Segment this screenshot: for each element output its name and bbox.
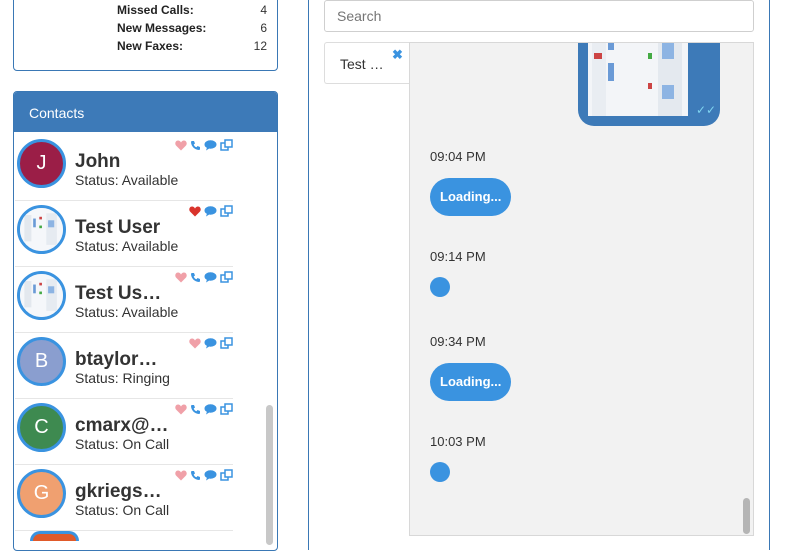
contact-status: Status: On Call: [75, 436, 170, 452]
contact-item-partial[interactable]: [30, 531, 79, 541]
avatar[interactable]: G: [17, 469, 66, 518]
contact-actions: [175, 402, 233, 420]
popout-window-icon[interactable]: [220, 468, 233, 486]
popout-window-icon[interactable]: [220, 402, 233, 420]
phone-icon[interactable]: [190, 138, 201, 156]
favorite-heart-icon[interactable]: [175, 402, 187, 420]
contact-actions: [189, 204, 233, 222]
chat-scrollbar[interactable]: [743, 498, 750, 534]
contact-item[interactable]: J John Status: Available: [15, 135, 233, 201]
chat-bubble-icon[interactable]: [204, 138, 217, 156]
contact-name: btaylor…: [75, 349, 158, 370]
message-timestamp: 10:03 PM: [430, 434, 486, 449]
message-bubble[interactable]: Loading...: [430, 178, 512, 216]
read-receipt-icon: ✓✓: [696, 103, 717, 117]
stat-label: New Messages:: [117, 21, 207, 35]
contact-item[interactable]: Ggkriegs… Status: On Call: [15, 465, 233, 531]
contact-name: gkriegs…: [75, 481, 162, 502]
stat-new-messages: New Messages: 6: [117, 21, 267, 35]
favorite-heart-icon[interactable]: [189, 336, 201, 354]
message-timestamp: 09:34 PM: [430, 334, 486, 349]
contact-status: Status: Available: [75, 238, 179, 254]
contact-name: Test Us…: [75, 283, 162, 304]
contact-name: John: [75, 151, 121, 172]
phone-icon[interactable]: [190, 468, 201, 486]
popout-window-icon[interactable]: [220, 336, 233, 354]
contact-status: Status: On Call: [75, 502, 170, 518]
chat-bubble-icon[interactable]: [204, 336, 217, 354]
contact-status: Status: Available: [75, 304, 179, 320]
contact-item[interactable]: Bbtaylor… Status: Ringing: [15, 333, 233, 399]
avatar[interactable]: B: [17, 337, 66, 386]
search-input[interactable]: [324, 0, 754, 32]
favorite-heart-icon[interactable]: [175, 270, 187, 288]
stat-new-faxes: New Faxes: 12: [117, 39, 267, 53]
chat-bubble-icon[interactable]: [204, 468, 217, 486]
stat-missed-calls: Missed Calls: 4: [117, 3, 267, 17]
avatar[interactable]: [17, 205, 66, 254]
contact-actions: [189, 336, 233, 354]
close-icon[interactable]: ✖: [392, 47, 403, 63]
stats-panel: Missed Calls: 4 New Messages: 6 New Faxe…: [13, 0, 278, 71]
contact-status: Status: Available: [75, 172, 179, 188]
phone-icon[interactable]: [190, 402, 201, 420]
contact-item[interactable]: Ccmarx@… Status: On Call: [15, 399, 233, 465]
contact-actions: [175, 270, 233, 288]
message-timestamp: 09:04 PM: [430, 149, 486, 164]
contact-item[interactable]: Test Us… Status: Available: [15, 267, 233, 333]
contact-actions: [175, 468, 233, 486]
message-bubble-empty[interactable]: [430, 462, 450, 482]
contact-name: Test User: [75, 217, 161, 238]
phone-icon[interactable]: [190, 270, 201, 288]
stat-label: Missed Calls:: [117, 3, 194, 17]
avatar[interactable]: J: [17, 139, 66, 188]
contact-name: cmarx@…: [75, 415, 169, 436]
contacts-scrollbar[interactable]: [266, 405, 273, 545]
message-bubble-empty[interactable]: [430, 277, 450, 297]
favorite-heart-icon[interactable]: [175, 468, 187, 486]
message-timestamp: 09:14 PM: [430, 249, 486, 264]
image-thumbnail[interactable]: [588, 43, 688, 116]
avatar[interactable]: C: [17, 403, 66, 452]
popout-window-icon[interactable]: [220, 270, 233, 288]
stat-value: 6: [260, 21, 267, 35]
chat-bubble-icon[interactable]: [204, 402, 217, 420]
chat-bubble-icon[interactable]: [204, 270, 217, 288]
popout-window-icon[interactable]: [220, 204, 233, 222]
stat-value: 4: [260, 3, 267, 17]
image-message[interactable]: ✓✓: [578, 43, 720, 126]
contact-status: Status: Ringing: [75, 370, 170, 386]
favorite-heart-icon[interactable]: [175, 138, 187, 156]
avatar[interactable]: [17, 271, 66, 320]
contact-item[interactable]: Test User Status: Available: [15, 201, 233, 267]
chat-area: ✓✓ 09:04 PM Loading... 09:14 PM 09:34 PM Loa…: [409, 42, 754, 536]
contact-actions: [175, 138, 233, 156]
favorite-heart-icon[interactable]: [189, 204, 201, 222]
stat-value: 12: [253, 39, 267, 53]
contacts-header: Contacts: [14, 92, 277, 132]
message-bubble[interactable]: Loading...: [430, 363, 512, 401]
stat-label: New Faxes:: [117, 39, 184, 53]
chat-bubble-icon[interactable]: [204, 204, 217, 222]
popout-window-icon[interactable]: [220, 138, 233, 156]
